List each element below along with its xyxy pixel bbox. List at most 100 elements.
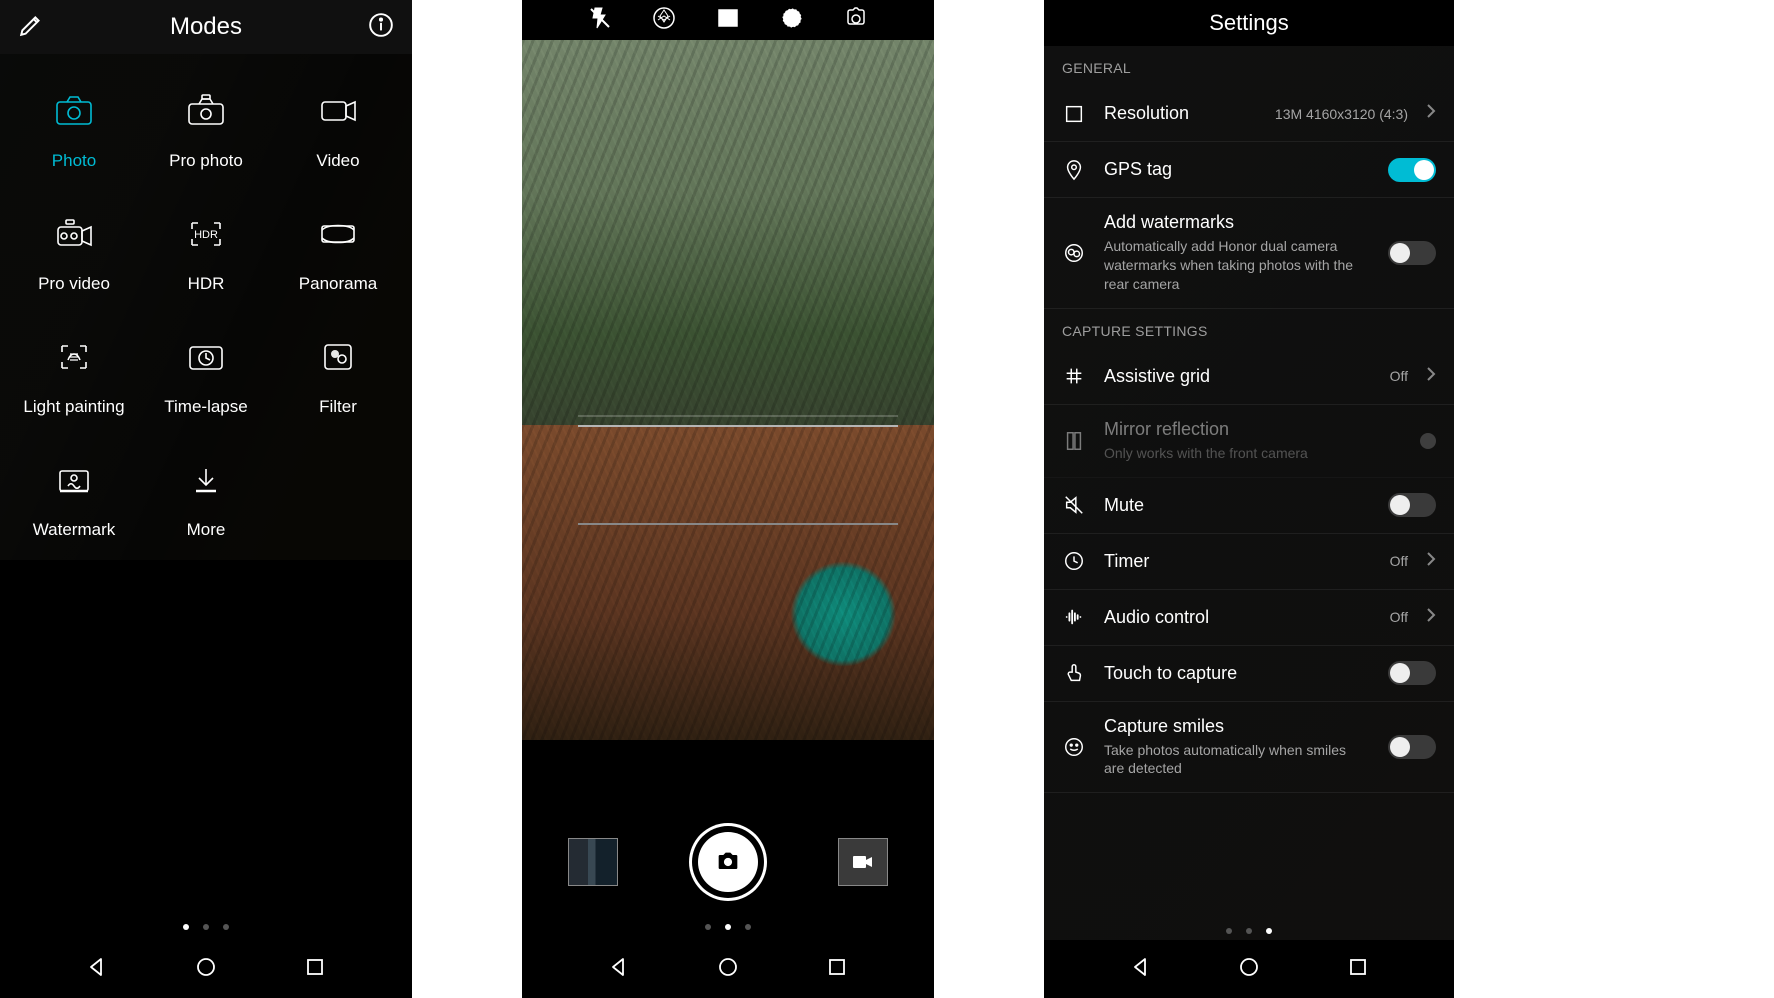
mode-label: Filter bbox=[319, 397, 357, 417]
edit-icon[interactable] bbox=[18, 12, 44, 43]
toggle-disabled-indicator bbox=[1420, 433, 1436, 449]
mode-video[interactable]: Video bbox=[272, 94, 404, 171]
watermark-dual-icon bbox=[1062, 242, 1086, 264]
mode-photo[interactable]: Photo bbox=[8, 94, 140, 171]
setting-value: Off bbox=[1390, 553, 1408, 569]
shutter-button[interactable] bbox=[698, 832, 758, 892]
light-painting-icon bbox=[54, 340, 94, 379]
mode-label: Time-lapse bbox=[164, 397, 247, 417]
camera-screen bbox=[522, 0, 934, 998]
setting-gps[interactable]: GPS tag bbox=[1044, 142, 1454, 198]
pro-video-icon bbox=[54, 217, 94, 256]
settings-screen: Settings GENERAL Resolution 13M 4160x312… bbox=[1044, 0, 1454, 998]
mode-hdr[interactable]: HDR HDR bbox=[140, 217, 272, 294]
android-navbar bbox=[522, 940, 934, 998]
android-navbar bbox=[0, 940, 412, 998]
setting-title: Mirror reflection bbox=[1104, 419, 1402, 440]
page-dot bbox=[745, 924, 751, 930]
video-icon bbox=[318, 94, 358, 133]
toggle-switch[interactable] bbox=[1388, 158, 1436, 182]
mode-pro-photo[interactable]: Pro photo bbox=[140, 94, 272, 171]
modes-body: Photo Pro photo Video Pro video HDR HDR … bbox=[0, 54, 412, 560]
recent-nav-icon[interactable] bbox=[825, 955, 849, 984]
setting-watermarks[interactable]: Add watermarks Automatically add Honor d… bbox=[1044, 198, 1454, 309]
back-nav-icon[interactable] bbox=[1129, 955, 1153, 984]
filter-icon bbox=[318, 340, 358, 379]
chevron-right-icon bbox=[1426, 104, 1436, 123]
toggle-switch[interactable] bbox=[1388, 241, 1436, 265]
touch-icon bbox=[1062, 662, 1086, 684]
mode-light-painting[interactable]: Light painting bbox=[8, 340, 140, 417]
page-dot bbox=[203, 924, 209, 930]
recent-nav-icon[interactable] bbox=[1346, 955, 1370, 984]
page-dot bbox=[1266, 928, 1272, 934]
setting-resolution[interactable]: Resolution 13M 4160x3120 (4:3) bbox=[1044, 86, 1454, 142]
section-label: GENERAL bbox=[1044, 46, 1454, 86]
effects-ring-icon[interactable] bbox=[780, 6, 804, 35]
mode-more[interactable]: More bbox=[140, 463, 272, 540]
setting-title: Capture smiles bbox=[1104, 716, 1370, 737]
info-icon[interactable] bbox=[368, 12, 394, 43]
toggle-switch[interactable] bbox=[1388, 661, 1436, 685]
setting-value: 13M 4160x3120 (4:3) bbox=[1275, 106, 1408, 122]
home-nav-icon[interactable] bbox=[194, 955, 218, 984]
setting-title: Assistive grid bbox=[1104, 366, 1372, 387]
recent-nav-icon[interactable] bbox=[303, 955, 327, 984]
camera-bottom-bar bbox=[522, 740, 934, 940]
mode-label: Video bbox=[316, 151, 359, 171]
setting-touch[interactable]: Touch to capture bbox=[1044, 646, 1454, 702]
toggle-switch[interactable] bbox=[1388, 735, 1436, 759]
page-dot bbox=[183, 924, 189, 930]
mode-label: HDR bbox=[188, 274, 225, 294]
setting-mirror: Mirror reflection Only works with the fr… bbox=[1044, 405, 1454, 478]
back-nav-icon[interactable] bbox=[85, 955, 109, 984]
audio-icon bbox=[1062, 606, 1086, 628]
mode-label: Pro photo bbox=[169, 151, 243, 171]
section-label: CAPTURE SETTINGS bbox=[1044, 309, 1454, 349]
back-nav-icon[interactable] bbox=[607, 955, 631, 984]
setting-smiles[interactable]: Capture smiles Take photos automatically… bbox=[1044, 702, 1454, 794]
modes-title: Modes bbox=[60, 13, 352, 41]
settings-title: Settings bbox=[1044, 0, 1454, 46]
mute-icon bbox=[1062, 494, 1086, 516]
setting-grid[interactable]: Assistive grid Off bbox=[1044, 349, 1454, 405]
home-nav-icon[interactable] bbox=[1237, 955, 1261, 984]
time-lapse-icon bbox=[186, 340, 226, 379]
watermark-icon bbox=[54, 463, 94, 502]
flash-off-icon[interactable] bbox=[588, 6, 612, 35]
video-mode-button[interactable] bbox=[838, 838, 888, 886]
setting-title: GPS tag bbox=[1104, 159, 1370, 180]
android-navbar bbox=[1044, 940, 1454, 998]
mode-label: Photo bbox=[52, 151, 96, 171]
mode-time-lapse[interactable]: Time-lapse bbox=[140, 340, 272, 417]
mode-watermark[interactable]: Watermark bbox=[8, 463, 140, 540]
home-nav-icon[interactable] bbox=[716, 955, 740, 984]
page-dot bbox=[1226, 928, 1232, 934]
gallery-thumbnail[interactable] bbox=[568, 838, 618, 886]
mode-label: Panorama bbox=[299, 274, 377, 294]
setting-timer[interactable]: Timer Off bbox=[1044, 534, 1454, 590]
mode-label: Watermark bbox=[33, 520, 116, 540]
settings-list[interactable]: GENERAL Resolution 13M 4160x3120 (4:3) G… bbox=[1044, 46, 1454, 940]
toggle-switch[interactable] bbox=[1388, 493, 1436, 517]
page-dot bbox=[725, 924, 731, 930]
switch-camera-icon[interactable] bbox=[844, 6, 868, 35]
chevron-right-icon bbox=[1426, 367, 1436, 386]
frame-icon bbox=[1062, 103, 1086, 125]
page-dot bbox=[705, 924, 711, 930]
grid-icon bbox=[1062, 365, 1086, 387]
setting-mute[interactable]: Mute bbox=[1044, 478, 1454, 534]
page-dot bbox=[1246, 928, 1252, 934]
chevron-right-icon bbox=[1426, 552, 1436, 571]
mode-panorama[interactable]: Panorama bbox=[272, 217, 404, 294]
chevron-right-icon bbox=[1426, 608, 1436, 627]
mode-pro-video[interactable]: Pro video bbox=[8, 217, 140, 294]
setting-audio[interactable]: Audio control Off bbox=[1044, 590, 1454, 646]
shutter-effect-icon[interactable] bbox=[652, 6, 676, 35]
frame-icon[interactable] bbox=[716, 6, 740, 35]
viewfinder[interactable] bbox=[522, 40, 934, 740]
svg-text:HDR: HDR bbox=[194, 229, 218, 241]
mode-filter[interactable]: Filter bbox=[272, 340, 404, 417]
mirror-icon bbox=[1062, 430, 1086, 452]
mode-label: More bbox=[187, 520, 226, 540]
